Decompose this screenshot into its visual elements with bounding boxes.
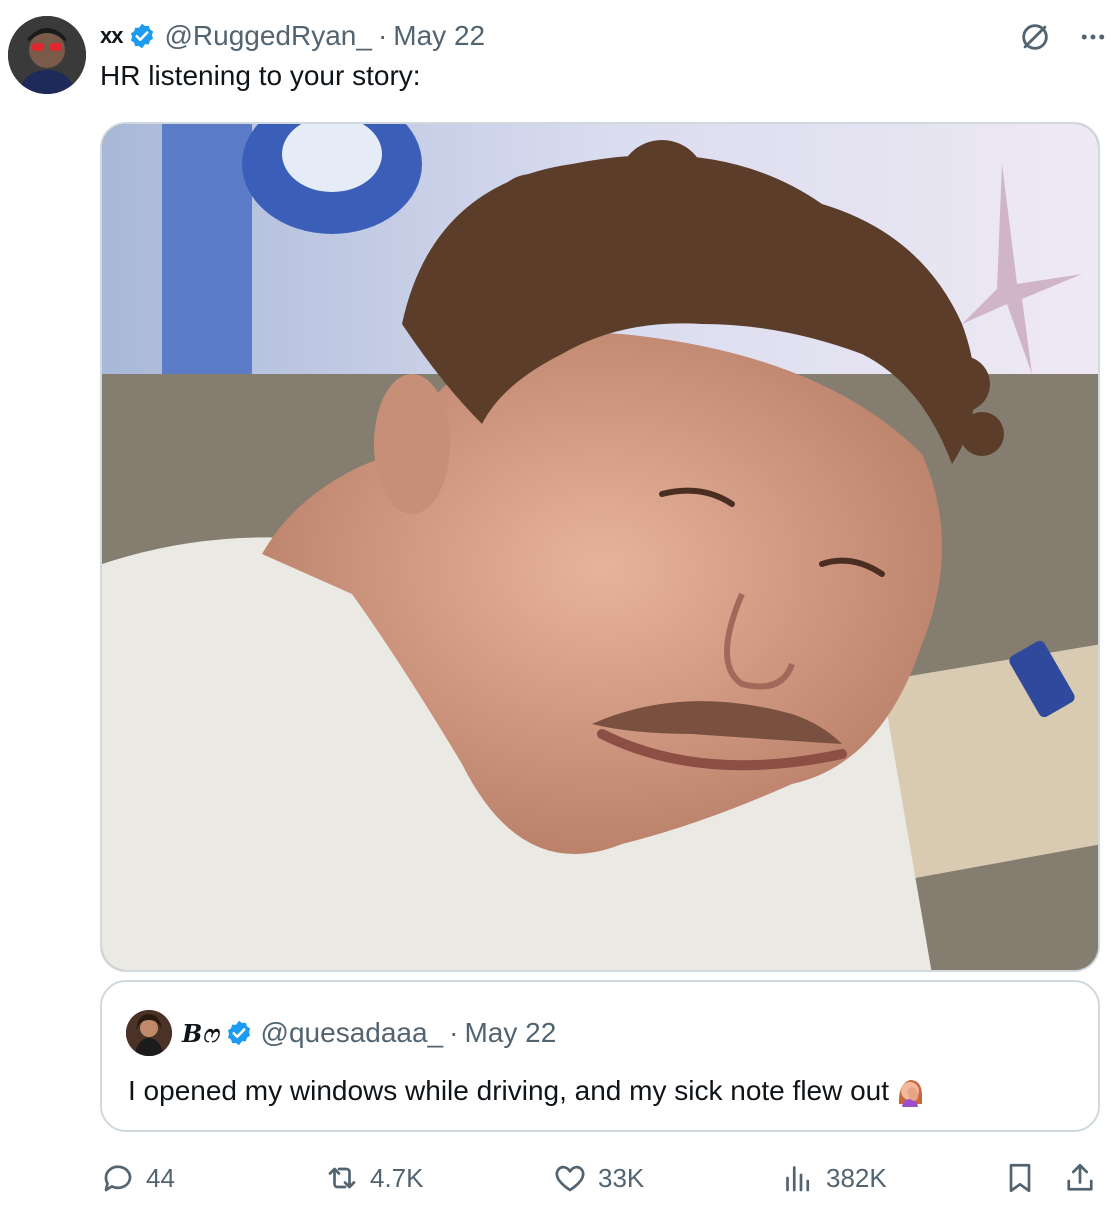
bookmark-icon: [1009, 1163, 1031, 1193]
post-text: HR listening to your story:: [100, 60, 421, 91]
quoted-author-handle[interactable]: @quesadaaa_: [261, 1017, 444, 1049]
quoted-post-header: Bෆ @quesadaaa_ · May 22: [126, 1010, 556, 1056]
views-button[interactable]: 382K: [780, 1156, 887, 1200]
repost-icon: [328, 1167, 356, 1189]
like-count: 33K: [598, 1162, 645, 1193]
quoted-author-display-name[interactable]: Bෆ: [182, 1019, 219, 1048]
like-button[interactable]: 33K: [552, 1156, 644, 1200]
share-button[interactable]: [1062, 1156, 1108, 1200]
header-separator: ·: [377, 20, 388, 51]
quoted-post-date[interactable]: May 22: [464, 1017, 556, 1049]
author-display-name[interactable]: xx: [100, 23, 124, 49]
author-avatar[interactable]: [8, 16, 86, 94]
bookmark-button[interactable]: [1002, 1156, 1048, 1200]
more-icon[interactable]: [1078, 22, 1108, 57]
verified-badge-icon[interactable]: [128, 22, 156, 50]
facepalm-emoji-icon: [893, 1074, 927, 1108]
share-icon: [1067, 1163, 1093, 1191]
repost-button[interactable]: 4.7K: [324, 1156, 424, 1200]
verified-badge-icon[interactable]: [225, 1019, 253, 1047]
quoted-header-separator: ·: [449, 1017, 459, 1048]
grok-icon[interactable]: [1018, 20, 1052, 59]
post-action-bar: 44 4.7K 33K 382K: [100, 1156, 1100, 1200]
quoted-post[interactable]: Bෆ @quesadaaa_ · May 22 I opened my wind…: [100, 980, 1100, 1132]
author-handle[interactable]: @RuggedRyan_: [164, 20, 371, 52]
quoted-post-text: I opened my windows while driving, and m…: [128, 1075, 890, 1106]
post-media-image[interactable]: [100, 122, 1100, 972]
repost-count: 4.7K: [370, 1162, 424, 1193]
views-icon: [786, 1166, 810, 1192]
post-header: xx @RuggedRyan_ · May 22: [100, 16, 485, 56]
post-top-actions: [1018, 20, 1108, 59]
reply-icon: [104, 1165, 132, 1192]
quoted-author-avatar[interactable]: [126, 1010, 172, 1056]
quoted-post-text-row: I opened my windows while driving, and m…: [128, 1074, 927, 1108]
reply-count: 44: [146, 1162, 175, 1193]
post-date[interactable]: May 22: [393, 20, 485, 52]
reply-button[interactable]: 44: [100, 1156, 175, 1200]
like-icon: [555, 1165, 585, 1192]
views-count: 382K: [826, 1162, 887, 1193]
